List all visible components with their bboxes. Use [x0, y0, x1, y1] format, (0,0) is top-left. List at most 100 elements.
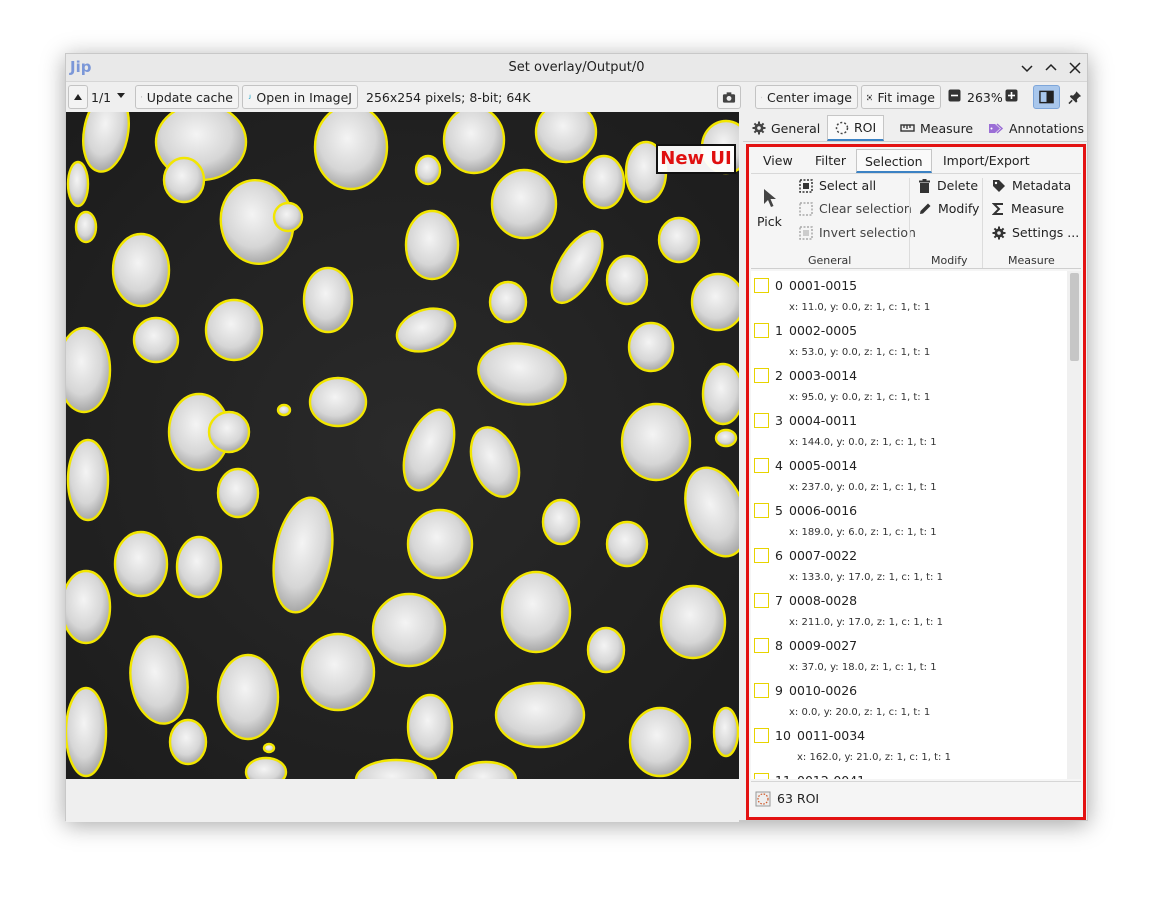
cell-roi-outline[interactable]	[657, 216, 701, 264]
cell-roi-outline[interactable]	[605, 254, 649, 306]
cell-roi-outline[interactable]	[300, 632, 376, 712]
roi-checkbox[interactable]	[754, 548, 769, 563]
cell-roi-outline[interactable]	[442, 112, 506, 175]
cell-roi-outline[interactable]	[541, 498, 581, 546]
roi-checkbox[interactable]	[754, 278, 769, 293]
pick-button[interactable]: Pick	[757, 188, 782, 229]
roi-list-item[interactable]: 3 0004-0011 x: 144.0, y: 0.0, z: 1, c: 1, …	[751, 409, 1067, 454]
open-imagej-button[interactable]: Open in ImageJ	[242, 85, 358, 109]
roi-list-item[interactable]: 7 0008-0028 x: 211.0, y: 17.0, z: 1, c: 1,…	[751, 589, 1067, 634]
roi-list-item[interactable]: 1 0002-0005 x: 53.0, y: 0.0, z: 1, c: 1, t…	[751, 319, 1067, 364]
cell-roi-outline[interactable]	[244, 756, 288, 779]
fit-image-button[interactable]: Fit image	[861, 85, 941, 109]
select-all-button[interactable]: Select all	[799, 178, 876, 193]
roi-checkbox[interactable]	[754, 413, 769, 428]
cell-roi-outline[interactable]	[494, 681, 586, 749]
maximize-icon[interactable]	[1041, 58, 1061, 78]
cell-roi-outline[interactable]	[113, 530, 169, 598]
pin-button[interactable]	[1063, 85, 1087, 109]
cell-roi-outline[interactable]	[406, 693, 454, 761]
subtab-filter[interactable]: Filter	[807, 149, 854, 173]
roi-list[interactable]: 0 0001-0015 x: 11.0, y: 0.0, z: 1, c: 1, t…	[751, 271, 1081, 779]
cell-roi-outline[interactable]	[712, 706, 739, 758]
cell-roi-outline[interactable]	[272, 201, 304, 233]
cell-roi-outline[interactable]	[216, 653, 280, 741]
tab-measure[interactable]: Measure	[893, 115, 980, 141]
zoom-in-button[interactable]	[1005, 89, 1018, 102]
subtab-import-export[interactable]: Import/Export	[935, 149, 1038, 173]
cell-roi-outline[interactable]	[308, 376, 368, 428]
cell-roi-outline[interactable]	[404, 209, 460, 281]
cell-roi-outline[interactable]	[690, 272, 739, 332]
close-icon[interactable]	[1065, 58, 1085, 78]
modify-button[interactable]: Modify	[918, 201, 979, 216]
cell-roi-outline[interactable]	[582, 154, 626, 210]
cell-roi-outline[interactable]	[207, 410, 251, 454]
cell-roi-outline[interactable]	[175, 535, 223, 599]
roi-checkbox[interactable]	[754, 503, 769, 518]
roi-checkbox[interactable]	[754, 638, 769, 653]
metadata-button[interactable]: Metadata	[992, 178, 1071, 193]
cell-roi-outline[interactable]	[414, 154, 442, 186]
snapshot-button[interactable]	[717, 85, 741, 109]
cell-roi-outline[interactable]	[74, 210, 98, 244]
roi-list-item[interactable]: 110012-0041	[751, 769, 1067, 779]
image-viewer[interactable]: New UI	[66, 112, 739, 779]
roi-checkbox[interactable]	[754, 728, 769, 743]
cell-roi-outline[interactable]	[605, 520, 649, 568]
update-cache-button[interactable]: Update cache	[135, 85, 239, 109]
page-selector[interactable]: 1/1	[91, 90, 111, 105]
cell-roi-outline[interactable]	[659, 584, 727, 660]
cell-roi-outline[interactable]	[216, 467, 260, 519]
clear-selection-button[interactable]: Clear selection	[799, 201, 912, 216]
delete-button[interactable]: Delete	[918, 178, 978, 193]
roi-checkbox[interactable]	[754, 593, 769, 608]
cell-roi-outline[interactable]	[313, 112, 389, 191]
tab-roi[interactable]: ROI	[827, 115, 885, 141]
cell-roi-outline[interactable]	[488, 280, 528, 324]
cell-roi-outline[interactable]	[276, 403, 292, 417]
roi-list-item[interactable]: 4 0005-0014 x: 237.0, y: 0.0, z: 1, c: 1, …	[751, 454, 1067, 499]
roi-list-item[interactable]: 6 0007-0022 x: 133.0, y: 17.0, z: 1, c: 1,…	[751, 544, 1067, 589]
cell-roi-outline[interactable]	[627, 321, 675, 373]
cell-roi-outline[interactable]	[162, 156, 206, 204]
zoom-out-button[interactable]	[948, 89, 961, 102]
invert-selection-button[interactable]: Invert selection	[799, 225, 916, 240]
cell-roi-outline[interactable]	[66, 326, 112, 414]
cell-roi-outline[interactable]	[490, 168, 558, 240]
cell-roi-outline[interactable]	[701, 362, 739, 426]
cell-roi-outline[interactable]	[628, 706, 692, 778]
cell-roi-outline[interactable]	[586, 626, 626, 674]
cell-roi-outline[interactable]	[302, 266, 354, 334]
cell-roi-outline[interactable]	[66, 686, 108, 778]
cell-roi-outline[interactable]	[620, 402, 692, 482]
roi-checkbox[interactable]	[754, 773, 769, 779]
cell-roi-outline[interactable]	[132, 316, 180, 364]
roi-list-item[interactable]: 5 0006-0016 x: 189.0, y: 6.0, z: 1, c: 1, …	[751, 499, 1067, 544]
minimize-icon[interactable]	[1017, 58, 1037, 78]
toggle-sidebar-button[interactable]	[1033, 85, 1060, 109]
cell-roi-outline[interactable]	[204, 298, 264, 362]
roi-checkbox[interactable]	[754, 458, 769, 473]
roi-checkbox[interactable]	[754, 323, 769, 338]
cell-roi-outline[interactable]	[66, 438, 110, 522]
roi-checkbox[interactable]	[754, 683, 769, 698]
subtab-view[interactable]: View	[755, 149, 801, 173]
roi-checkbox[interactable]	[754, 368, 769, 383]
cell-roi-outline[interactable]	[66, 569, 112, 645]
cell-roi-outline[interactable]	[714, 428, 738, 448]
roi-list-item[interactable]: 0 0001-0015 x: 11.0, y: 0.0, z: 1, c: 1, t…	[751, 274, 1067, 319]
scrollbar-thumb[interactable]	[1070, 273, 1079, 361]
cell-roi-outline[interactable]	[500, 570, 572, 654]
cell-roi-outline[interactable]	[262, 742, 276, 754]
cell-roi-outline[interactable]	[534, 112, 598, 164]
cell-roi-outline[interactable]	[66, 160, 90, 208]
cell-roi-outline[interactable]	[168, 718, 208, 766]
page-up-button[interactable]	[68, 85, 88, 109]
roi-list-item[interactable]: 9 0010-0026 x: 0.0, y: 20.0, z: 1, c: 1, t…	[751, 679, 1067, 724]
cell-roi-outline[interactable]	[111, 232, 171, 308]
tab-general[interactable]: General	[745, 115, 827, 141]
roi-list-item[interactable]: 2 0003-0014 x: 95.0, y: 0.0, z: 1, c: 1, t…	[751, 364, 1067, 409]
subtab-selection[interactable]: Selection	[856, 149, 932, 173]
settings-button[interactable]: Settings ...	[992, 225, 1079, 240]
